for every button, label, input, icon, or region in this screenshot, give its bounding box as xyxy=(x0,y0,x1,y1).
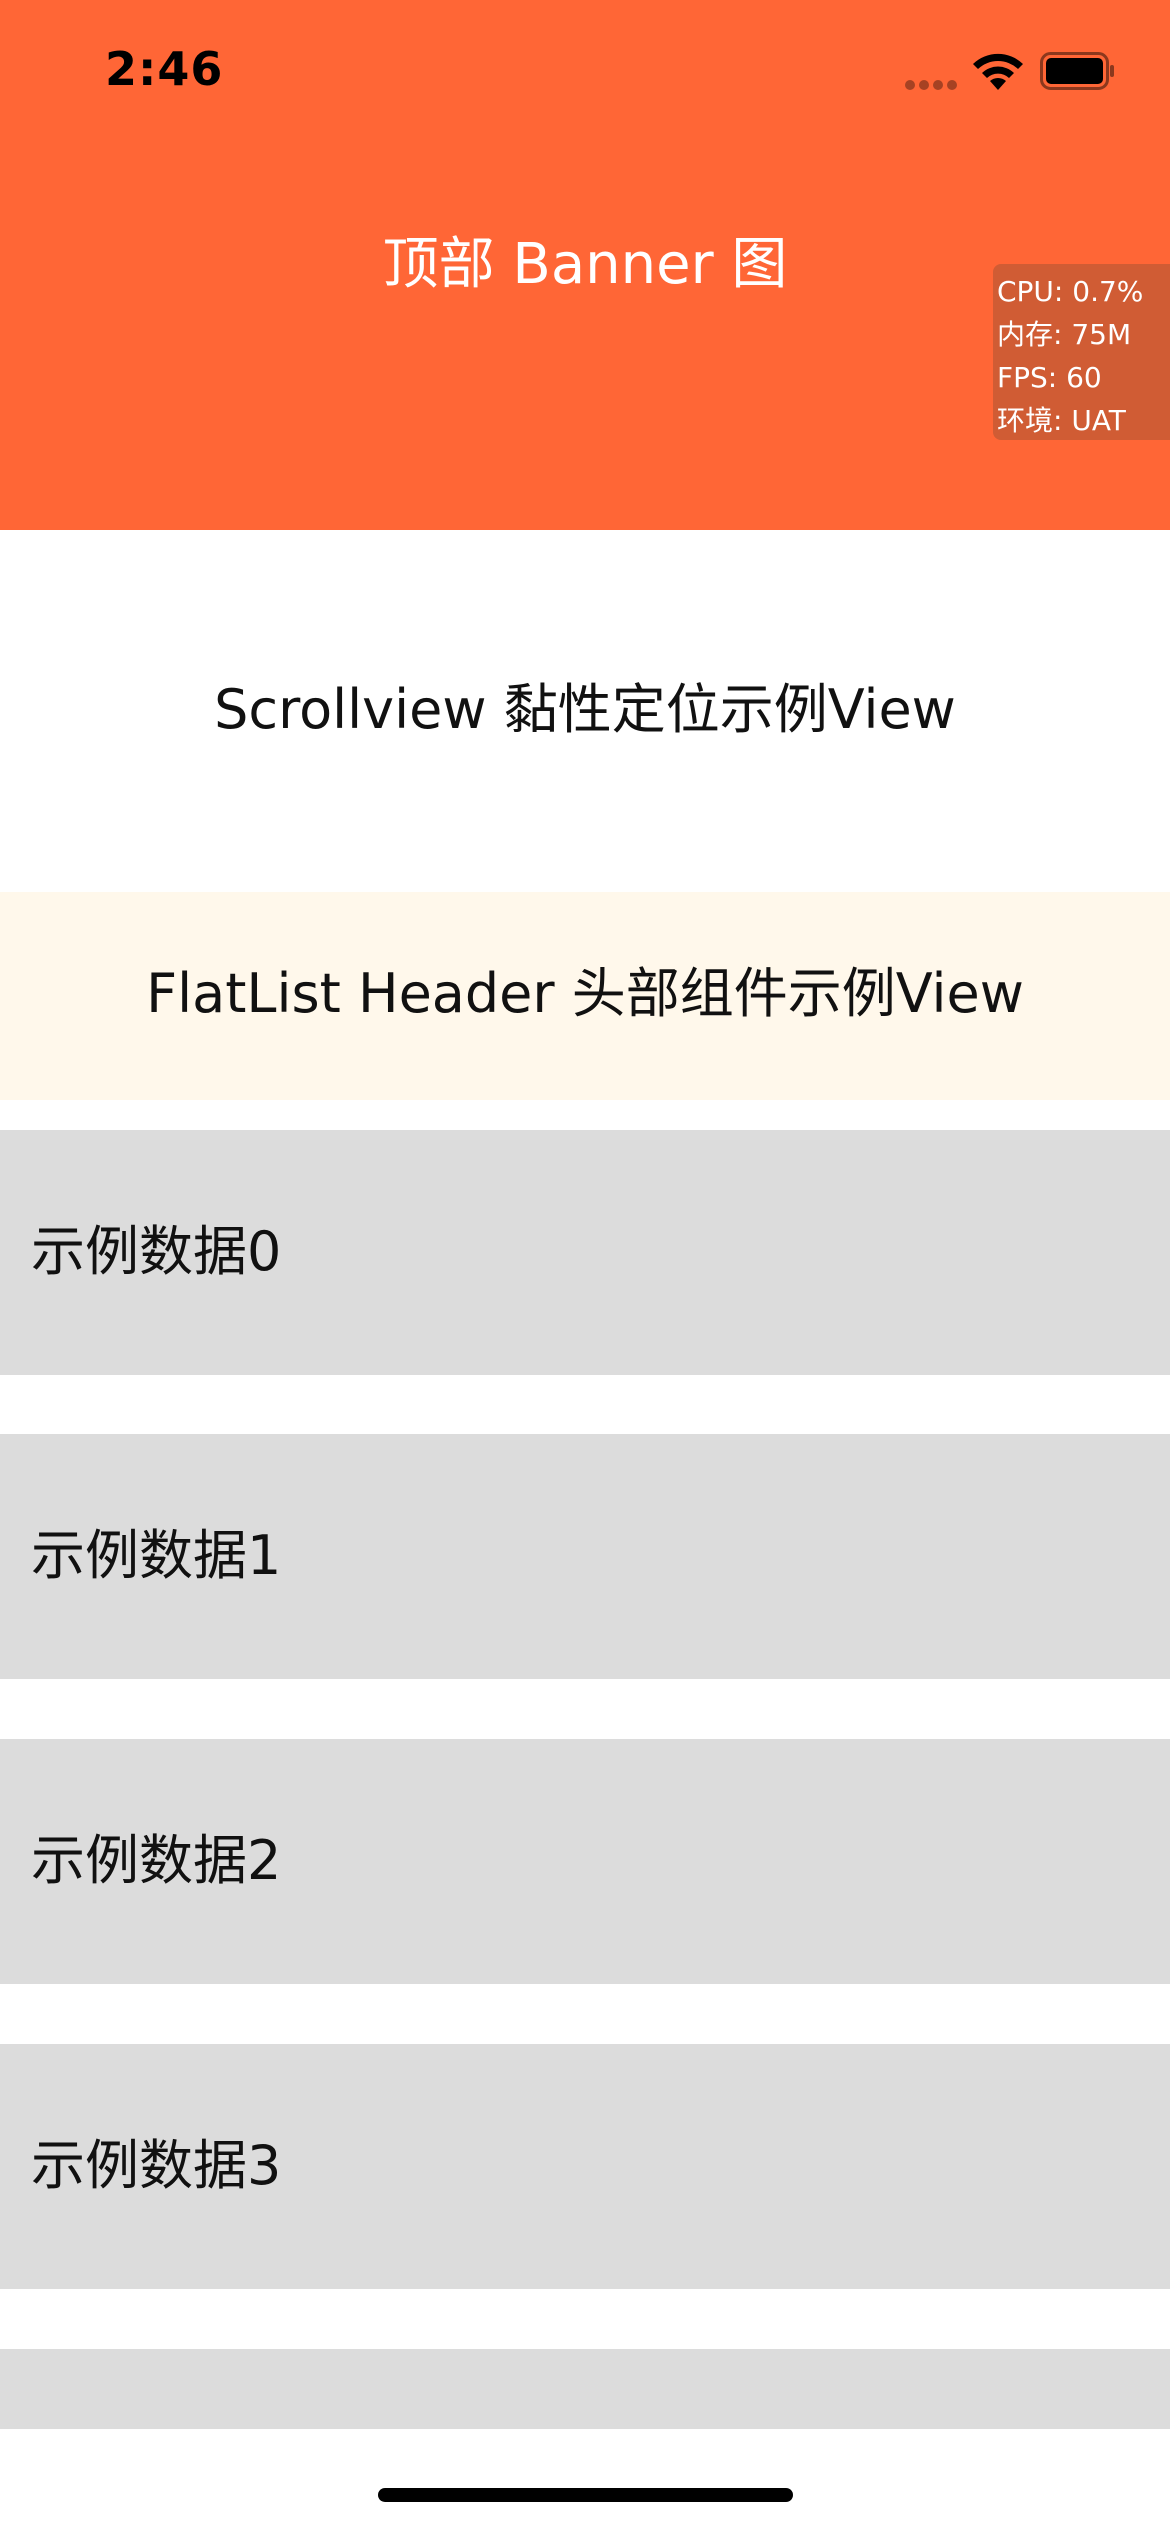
perf-fps: FPS: 60 xyxy=(997,361,1102,394)
wifi-icon xyxy=(973,53,1023,90)
list-item[interactable]: 示例数据3 xyxy=(0,2044,1170,2289)
sticky-demo-view: Scrollview 黏性定位示例View xyxy=(0,530,1170,892)
list-item[interactable]: 示例数据1 xyxy=(0,1434,1170,1679)
status-bar: 2:46 xyxy=(0,0,1170,145)
perf-cpu: CPU: 0.7% xyxy=(997,275,1144,308)
sticky-demo-text: Scrollview 黏性定位示例View xyxy=(214,678,956,741)
flatlist-header-text: FlatList Header 头部组件示例View xyxy=(146,962,1024,1025)
list-item[interactable] xyxy=(0,2349,1170,2429)
status-time: 2:46 xyxy=(105,42,224,96)
top-banner[interactable]: 2:46 顶部 Banner 图 CPU: 0.7% 内存: 75M FPS: … xyxy=(0,0,1170,530)
list-item-label: 示例数据3 xyxy=(31,2134,282,2197)
list-item[interactable]: 示例数据0 xyxy=(0,1130,1170,1375)
perf-monitor-overlay[interactable]: CPU: 0.7% 内存: 75M FPS: 60 环境: UAT xyxy=(993,264,1170,440)
flatlist-header: FlatList Header 头部组件示例View xyxy=(0,892,1170,1100)
perf-memory: 内存: 75M xyxy=(997,318,1132,351)
list-item-label: 示例数据1 xyxy=(31,1524,282,1587)
battery-icon xyxy=(1040,52,1114,90)
home-indicator[interactable] xyxy=(378,2488,793,2502)
perf-env: 环境: UAT xyxy=(997,404,1126,437)
app-screen: 2:46 顶部 Banner 图 CPU: 0.7% 内存: 75M FPS: … xyxy=(0,0,1170,2532)
signal-dots-icon xyxy=(905,80,959,90)
list-item[interactable]: 示例数据2 xyxy=(0,1739,1170,1984)
list-item-label: 示例数据2 xyxy=(31,1829,282,1892)
list-item-label: 示例数据0 xyxy=(31,1220,282,1283)
